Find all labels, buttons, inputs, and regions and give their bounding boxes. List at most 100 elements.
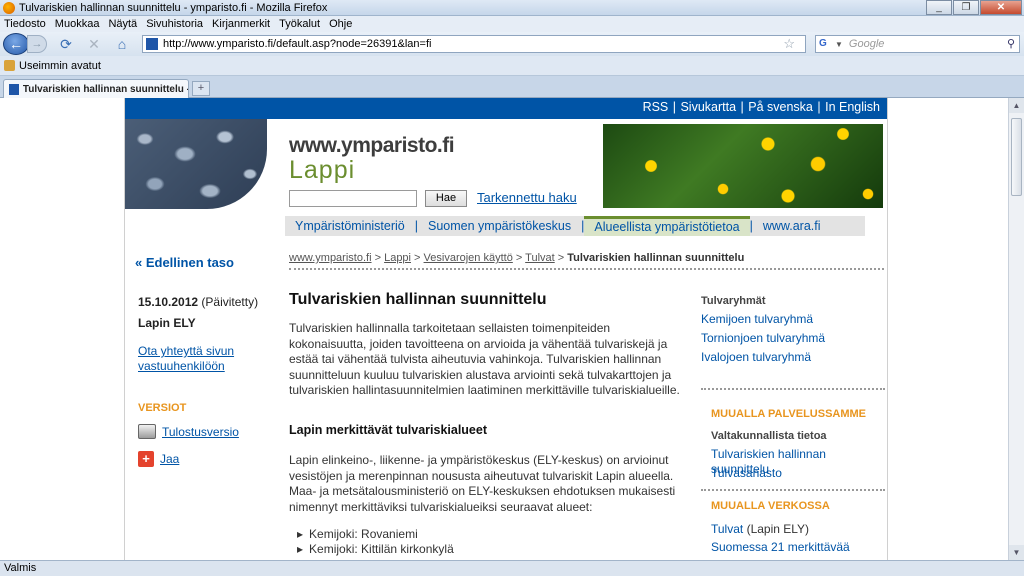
risk-area-list: Kemijoki: Rovaniemi Kemijoki: Kittilän k…: [297, 527, 454, 557]
address-bar[interactable]: http://www.ymparisto.fi/default.asp?node…: [142, 35, 806, 53]
section-paragraph: Lapin elinkeino-, liikenne- ja ympäristö…: [289, 453, 676, 514]
previous-level-link[interactable]: « Edellinen taso: [135, 255, 234, 270]
sidebar-link-tornionjoki[interactable]: Tornionjoen tulvaryhmä: [701, 332, 885, 345]
tab-label: Tulvariskien hallinnan suunnittelu - y..…: [22, 83, 188, 95]
versions-heading: VERSIOT: [138, 402, 187, 414]
share-row[interactable]: + Jaa: [138, 451, 179, 467]
breadcrumb-lappi[interactable]: Lappi: [384, 252, 411, 264]
vertical-scrollbar[interactable]: ▲ ▼: [1008, 98, 1024, 560]
breadcrumb-floods[interactable]: Tulvat: [525, 252, 555, 264]
status-bar: Valmis: [0, 560, 1024, 576]
sidebar-link-ivalojoki[interactable]: Ivalojoen tulvaryhmä: [701, 351, 885, 364]
navigation-toolbar: ← → ⟳ ✕ ⌂ http://www.ymparisto.fi/defaul…: [0, 32, 1024, 56]
nav-ara[interactable]: www.ara.fi: [753, 216, 831, 236]
bookmark-folder-icon: [4, 60, 15, 71]
site-search-input[interactable]: [289, 190, 417, 207]
share-link[interactable]: Jaa: [160, 452, 179, 466]
close-button[interactable]: ✕: [980, 0, 1022, 15]
print-version-row[interactable]: Tulostusversio: [138, 424, 239, 439]
top-links: RSS | Sivukartta | På svenska | In Engli…: [642, 100, 880, 114]
divider: [289, 268, 884, 270]
intro-paragraph: Tulvariskien hallinnalla tarkoitetaan se…: [289, 321, 680, 397]
search-icon[interactable]: ⚲: [1007, 37, 1015, 50]
menu-edit[interactable]: Muokkaa: [55, 18, 100, 30]
list-item: Kemijoki: Kittilän kirkonkylä: [297, 542, 454, 557]
list-item: Kemijoki: Rovaniemi: [297, 527, 454, 542]
sidebar-link-21-areas[interactable]: Suomessa 21 merkittävää: [711, 540, 881, 555]
stop-icon[interactable]: ✕: [85, 35, 103, 53]
menu-view[interactable]: Näytä: [108, 18, 137, 30]
nav-syke[interactable]: Suomen ympäristökeskus: [418, 216, 581, 236]
top-strip: RSS | Sivukartta | På svenska | In Engli…: [125, 98, 887, 119]
menu-history[interactable]: Sivuhistoria: [146, 18, 203, 30]
menu-help[interactable]: Ohje: [329, 18, 352, 30]
title-bar: Tulvariskien hallinnan suunnittelu - ymp…: [0, 0, 1024, 16]
search-bar[interactable]: G ▼ Google ⚲: [815, 35, 1020, 53]
firefox-icon: [3, 1, 15, 14]
breadcrumb: www.ymparisto.fi > Lappi > Vesivarojen k…: [289, 252, 745, 264]
breadcrumb-home[interactable]: www.ymparisto.fi: [289, 252, 372, 264]
sidebar-divider: [701, 388, 885, 390]
tab-active[interactable]: Tulvariskien hallinnan suunnittelu - y..…: [3, 79, 189, 98]
tab-bar: Tulvariskien hallinnan suunnittelu - y..…: [0, 76, 1024, 98]
breadcrumb-current: Tulvariskien hallinnan suunnittelu: [567, 252, 745, 264]
sidebar-link-glossary[interactable]: Tulvasanasto: [711, 466, 881, 481]
advanced-search-link[interactable]: Tarkennettu haku: [477, 190, 577, 205]
new-tab-button[interactable]: +: [192, 81, 210, 96]
page-title: Tulvariskien hallinnan suunnittelu: [289, 291, 547, 308]
nav-ministry[interactable]: Ympäristöministeriö: [285, 216, 415, 236]
section-heading: Lapin merkittävät tulvariskialueet: [289, 423, 487, 437]
swedish-link[interactable]: På svenska: [748, 100, 813, 114]
english-link[interactable]: In English: [825, 100, 880, 114]
date-note: (Päivitetty): [201, 295, 259, 309]
sidebar-link-floods[interactable]: Tulvat (Lapin ELY): [711, 522, 881, 537]
contact-link[interactable]: Ota yhteyttä sivun vastuuhenkilöön: [138, 344, 258, 374]
home-icon[interactable]: ⌂: [113, 35, 131, 53]
sidebar-divider: [701, 489, 885, 491]
window-controls: _ ❐ ✕: [925, 0, 1022, 15]
breadcrumb-water-use[interactable]: Vesivarojen käyttö: [424, 252, 513, 264]
date-value: 15.10.2012: [138, 295, 199, 309]
print-version-link[interactable]: Tulostusversio: [162, 425, 239, 439]
site-favicon-icon: [146, 38, 158, 50]
main-navigation: Ympäristöministeriö | Suomen ympäristöke…: [285, 216, 865, 236]
minimize-button[interactable]: _: [926, 0, 952, 15]
logo-region[interactable]: Lappi: [289, 156, 355, 185]
share-plus-icon[interactable]: +: [138, 451, 154, 467]
organization: Lapin ELY: [138, 316, 196, 330]
search-placeholder[interactable]: Google: [849, 38, 884, 50]
floods-link-note: (Lapin ELY): [746, 522, 810, 536]
web-page: RSS | Sivukartta | På svenska | In Engli…: [124, 98, 888, 560]
back-arrow-icon[interactable]: ←: [3, 33, 29, 55]
maximize-button[interactable]: ❐: [953, 0, 979, 15]
right-sidebar: Tulvaryhmät Kemijoen tulvaryhmä Tornionj…: [701, 290, 885, 364]
elsewhere-heading: MUUALLA PALVELUSSAMME: [711, 408, 867, 420]
bookmark-star-icon[interactable]: ☆: [783, 36, 795, 52]
site-search-button[interactable]: Hae: [425, 190, 467, 207]
printer-icon[interactable]: [138, 424, 156, 439]
scroll-down-icon[interactable]: ▼: [1009, 545, 1024, 560]
web-heading: MUUALLA VERKOSSA: [711, 500, 830, 512]
scroll-thumb[interactable]: [1011, 118, 1022, 196]
national-info-label: Valtakunnallista tietoa: [711, 430, 827, 442]
logo-domain[interactable]: www.ymparisto.fi: [289, 134, 455, 158]
window-title: Tulvariskien hallinnan suunnittelu - ymp…: [19, 1, 328, 14]
reload-icon[interactable]: ⟳: [57, 35, 75, 53]
menu-tools[interactable]: Työkalut: [279, 18, 320, 30]
rss-link[interactable]: RSS: [643, 100, 669, 114]
flowers-banner-image: [603, 124, 883, 208]
address-url[interactable]: http://www.ymparisto.fi/default.asp?node…: [163, 38, 431, 50]
flood-groups-heading: Tulvaryhmät: [701, 295, 766, 307]
scroll-up-icon[interactable]: ▲: [1009, 98, 1024, 113]
forward-arrow-icon[interactable]: →: [27, 35, 47, 53]
bookmark-most-visited[interactable]: Useimmin avatut: [19, 60, 101, 72]
search-engine-dropdown-icon[interactable]: ▼: [835, 40, 843, 49]
floods-link-text[interactable]: Tulvat: [711, 522, 743, 536]
menu-bookmarks[interactable]: Kirjanmerkit: [212, 18, 270, 30]
google-icon[interactable]: G: [819, 38, 833, 50]
sidebar-link-kemijoki[interactable]: Kemijoen tulvaryhmä: [701, 313, 885, 326]
menu-file[interactable]: Tiedosto: [4, 18, 46, 30]
stones-image: [125, 119, 267, 209]
nav-regional[interactable]: Alueellista ympäristötietoa: [584, 216, 750, 236]
sitemap-link[interactable]: Sivukartta: [680, 100, 736, 114]
